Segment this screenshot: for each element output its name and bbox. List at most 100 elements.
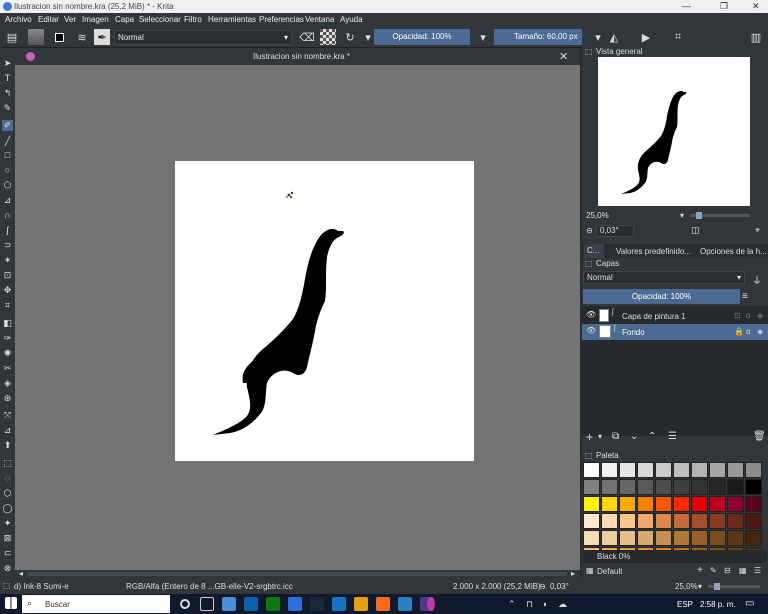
transform-tool-icon[interactable]: ⊡ bbox=[2, 270, 13, 281]
wrap-around-icon[interactable]: ⌗ bbox=[670, 29, 686, 45]
mirror-view-icon[interactable]: ◫ bbox=[691, 225, 700, 236]
color-swatch[interactable] bbox=[655, 496, 672, 512]
onedrive-icon[interactable]: ☁ bbox=[558, 599, 567, 610]
color-swatch[interactable] bbox=[691, 530, 708, 546]
color-swatch[interactable] bbox=[637, 513, 654, 529]
menu-capa[interactable]: Capa bbox=[115, 15, 134, 24]
eraser-icon[interactable]: ⌫ bbox=[299, 29, 315, 45]
edit-swatch-icon[interactable]: ✎ bbox=[710, 566, 717, 575]
color-swatch[interactable] bbox=[727, 530, 744, 546]
chrome-icon[interactable] bbox=[354, 597, 368, 611]
new-document-icon[interactable]: ▤ bbox=[4, 29, 20, 45]
color-swatch[interactable] bbox=[583, 513, 600, 529]
polygon-tool-icon[interactable]: ⬠ bbox=[2, 180, 13, 191]
color-swatch[interactable] bbox=[691, 479, 708, 495]
taskbar-search[interactable]: ⌕ Buscar bbox=[22, 595, 170, 613]
chevron-down-icon[interactable]: ▾ bbox=[680, 211, 684, 220]
dynamic-brush-icon[interactable]: ⊃ bbox=[2, 240, 13, 251]
text-tool-icon[interactable]: T bbox=[2, 73, 13, 84]
chevron-down-icon[interactable]: ▾ bbox=[698, 582, 702, 591]
menu-preferencias[interactable]: Preferencias bbox=[259, 15, 304, 24]
chevron-down-icon[interactable]: ▾ bbox=[598, 432, 602, 441]
edit-shape-icon[interactable]: ↰ bbox=[2, 88, 13, 99]
rectangle-tool-icon[interactable]: □ bbox=[2, 150, 13, 161]
maximize-icon[interactable]: ❐ bbox=[720, 1, 728, 12]
pattern-icon[interactable]: ≋ bbox=[74, 29, 90, 45]
cortana-icon[interactable] bbox=[180, 599, 190, 609]
opacity-slider[interactable]: Opacidad: 100% bbox=[374, 29, 470, 45]
freehand-select-icon[interactable]: ◯ bbox=[2, 503, 13, 514]
windows-start-icon[interactable] bbox=[5, 597, 17, 609]
status-zoom-slider[interactable] bbox=[708, 583, 760, 590]
color-swatch[interactable] bbox=[601, 479, 618, 495]
layer-row[interactable]: 👁 ʃ Fondo 🔒 α ◈ bbox=[582, 324, 768, 340]
color-swatch[interactable] bbox=[691, 462, 708, 478]
color-swatch[interactable] bbox=[655, 479, 672, 495]
ruler-tool-icon[interactable]: ⊿ bbox=[2, 425, 13, 436]
color-swatch[interactable] bbox=[727, 496, 744, 512]
network-icon[interactable]: ⊓ bbox=[526, 599, 533, 610]
menu-ventana[interactable]: Ventana bbox=[305, 15, 334, 24]
overview-thumbnail[interactable] bbox=[598, 57, 750, 206]
bezier-tool-icon[interactable]: ∩ bbox=[2, 210, 13, 221]
color-swatch[interactable] bbox=[655, 462, 672, 478]
color-swatch[interactable] bbox=[727, 513, 744, 529]
color-swatch[interactable] bbox=[745, 530, 762, 546]
grid-view-icon[interactable]: ▦ bbox=[739, 566, 747, 575]
zoom-tool-icon[interactable]: ⤧ bbox=[2, 410, 13, 421]
palette-settings-icon[interactable]: ☰ bbox=[754, 566, 761, 575]
rotation-icon[interactable]: ⊖ bbox=[539, 582, 546, 591]
contiguous-select-icon[interactable]: ✦ bbox=[2, 518, 13, 529]
multibrush-icon[interactable]: ✶ bbox=[2, 255, 13, 266]
blend-mode-combo[interactable]: Normal ▾ bbox=[114, 30, 292, 45]
rotate-icon[interactable]: ⊖ bbox=[586, 226, 593, 235]
size-slider[interactable]: Tamaño: 60,00 px bbox=[494, 29, 582, 45]
color-swatch[interactable] bbox=[619, 496, 636, 512]
fill-tool-icon[interactable]: ◈ bbox=[2, 378, 13, 389]
mirror-vertical-icon[interactable]: ▶ bbox=[638, 29, 654, 45]
add-layer-icon[interactable]: + bbox=[586, 430, 593, 444]
tab-presets[interactable]: Valores predefinido... bbox=[616, 247, 691, 256]
color-swatch[interactable] bbox=[709, 496, 726, 512]
freehand-path-icon[interactable]: ʃ bbox=[2, 225, 13, 236]
measure-tool-icon[interactable]: ⊛ bbox=[2, 393, 13, 404]
select-shape-icon[interactable]: ➤ bbox=[2, 58, 13, 69]
color-swatch[interactable] bbox=[727, 479, 744, 495]
reload-preset-icon[interactable]: ↻ bbox=[342, 29, 358, 45]
color-swatch[interactable] bbox=[673, 530, 690, 546]
calligraphy-icon[interactable]: ✎ bbox=[2, 103, 13, 114]
eye-icon[interactable]: 👁 bbox=[586, 310, 596, 319]
color-swatch[interactable] bbox=[601, 513, 618, 529]
move-tool-icon[interactable]: ✥ bbox=[2, 285, 13, 296]
color-swatch[interactable] bbox=[637, 496, 654, 512]
bezier-select-icon[interactable]: ⊂ bbox=[2, 548, 13, 559]
color-swatch[interactable] bbox=[583, 479, 600, 495]
color-swatch[interactable] bbox=[745, 479, 762, 495]
color-swatch[interactable] bbox=[673, 462, 690, 478]
color-swatch[interactable] bbox=[601, 462, 618, 478]
layer-blend-combo[interactable]: Normal ▾ bbox=[583, 271, 745, 284]
color-swatch[interactable] bbox=[637, 479, 654, 495]
menu-icon[interactable]: ≡ bbox=[742, 291, 748, 302]
pan-tool-icon[interactable]: ⬆ bbox=[2, 440, 13, 451]
store-icon[interactable] bbox=[288, 597, 302, 611]
alpha-lock-icon[interactable] bbox=[320, 29, 336, 45]
color-swatch[interactable] bbox=[691, 513, 708, 529]
clock[interactable]: 2:58 p. m. bbox=[700, 600, 736, 609]
color-swatch[interactable] bbox=[745, 513, 762, 529]
layer-opacity-slider[interactable]: Opacidad: 100% bbox=[583, 289, 740, 304]
lock-icon[interactable]: 🔒 bbox=[734, 327, 744, 336]
assistant-tool-icon[interactable]: ✂ bbox=[2, 363, 13, 374]
close-document-icon[interactable]: ✕ bbox=[559, 50, 568, 63]
color-swatch[interactable] bbox=[601, 496, 618, 512]
tab-tool-options[interactable]: Opciones de la h... bbox=[700, 247, 767, 256]
alpha-icon[interactable]: α bbox=[746, 311, 751, 320]
palette-name[interactable]: Default bbox=[597, 567, 622, 576]
language-indicator[interactable]: ESP bbox=[677, 600, 693, 609]
smart-patch-icon[interactable]: ✺ bbox=[2, 348, 13, 359]
color-swatch[interactable] bbox=[709, 530, 726, 546]
gradient-tool-icon[interactable]: ◧ bbox=[2, 318, 13, 329]
chevron-down-icon[interactable]: ▾ bbox=[475, 29, 491, 45]
color-swatch[interactable] bbox=[655, 530, 672, 546]
wifi-icon[interactable]: ⌃ bbox=[508, 599, 516, 610]
